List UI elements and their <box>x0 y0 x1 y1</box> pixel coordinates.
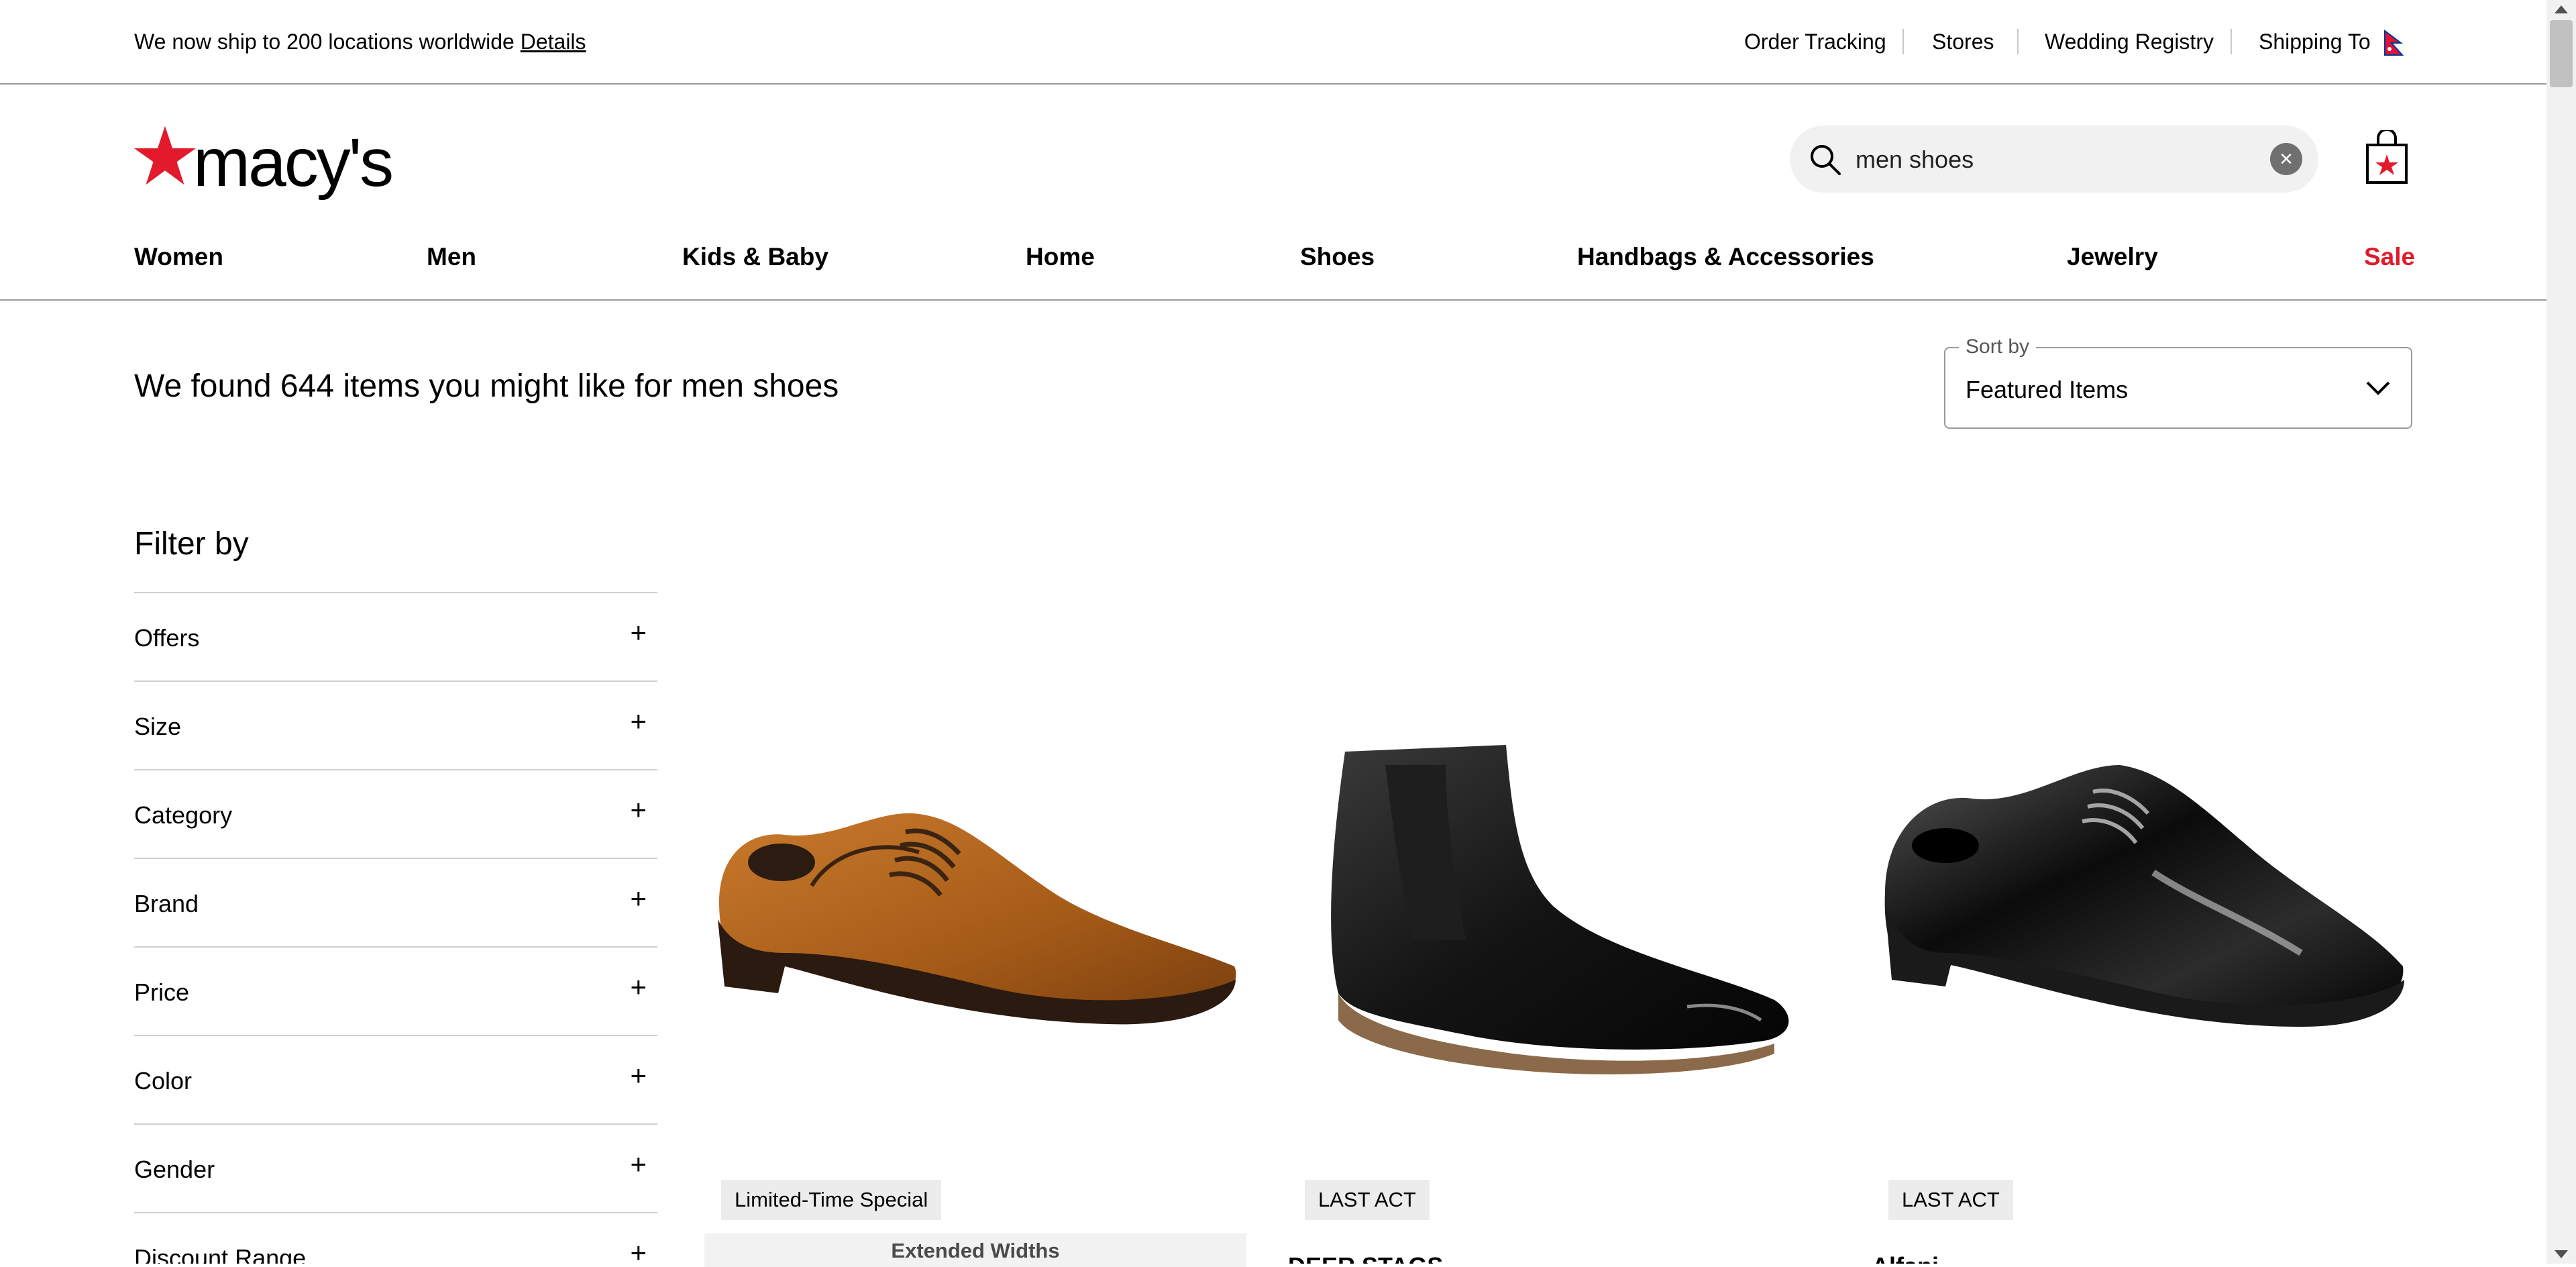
filter-label: Discount Range <box>134 1244 307 1264</box>
product-image-brown-oxford[interactable] <box>704 752 1246 1047</box>
scroll-up-arrow-icon[interactable] <box>2553 4 2569 15</box>
filter-size[interactable]: Size + <box>134 680 657 768</box>
nav-kids-baby[interactable]: Kids & Baby <box>682 243 828 271</box>
shipping-promo-text: We now ship to 200 locations worldwide <box>134 30 515 54</box>
product-badge: Limited-Time Special <box>721 1180 942 1220</box>
nav-men[interactable]: Men <box>427 243 476 271</box>
product-badge: LAST ACT <box>1305 1180 1430 1220</box>
star-logo-icon <box>134 125 196 185</box>
divider <box>2017 29 2019 54</box>
plus-icon[interactable]: + <box>630 973 647 1001</box>
filter-discount-range[interactable]: Discount Range + <box>134 1212 657 1264</box>
logo-wordmark: macy's <box>193 124 394 201</box>
nav-divider <box>0 299 2546 301</box>
plus-icon[interactable]: + <box>630 1150 647 1178</box>
plus-icon[interactable]: + <box>630 1239 647 1264</box>
plus-icon[interactable]: + <box>630 619 647 647</box>
filter-brand[interactable]: Brand + <box>134 858 657 945</box>
product-badge: LAST ACT <box>1888 1180 2013 1220</box>
divider <box>1902 29 1904 54</box>
topbar-divider <box>0 83 2546 85</box>
wedding-registry-link[interactable]: Wedding Registry <box>2045 30 2214 54</box>
search-icon[interactable] <box>1809 143 1842 176</box>
product-image-black-patent-oxford[interactable] <box>1872 752 2414 1067</box>
filter-category[interactable]: Category + <box>134 769 657 856</box>
filter-label: Brand <box>134 890 199 917</box>
plus-icon[interactable]: + <box>630 796 647 824</box>
stores-link[interactable]: Stores <box>1932 30 1994 54</box>
filter-label: Size <box>134 713 182 740</box>
nepal-flag-icon[interactable] <box>2383 30 2404 56</box>
macys-logo[interactable]: macy's <box>134 122 394 201</box>
scrollbar-thumb[interactable] <box>2550 20 2573 87</box>
filter-label: Offers <box>134 624 200 652</box>
extended-widths-banner[interactable]: Extended Widths <box>704 1233 1246 1267</box>
filter-label: Price <box>134 978 190 1006</box>
nav-sale[interactable]: Sale <box>2364 243 2415 271</box>
filter-color[interactable]: Color + <box>134 1035 657 1122</box>
nav-women[interactable]: Women <box>134 243 223 271</box>
divider <box>2231 29 2232 54</box>
shipping-promo: We now ship to 200 locations worldwide D… <box>134 30 586 54</box>
details-link[interactable]: Details <box>521 30 586 54</box>
filter-label: Color <box>134 1067 193 1095</box>
order-tracking-link[interactable]: Order Tracking <box>1744 30 1886 54</box>
filter-offers[interactable]: Offers + <box>134 592 657 679</box>
plus-icon[interactable]: + <box>630 707 647 736</box>
search-input[interactable]: men shoes <box>1856 146 1974 174</box>
nav-home[interactable]: Home <box>1026 243 1095 271</box>
product-image-black-chelsea-boot[interactable] <box>1311 738 1808 1087</box>
nav-shoes[interactable]: Shoes <box>1300 243 1375 271</box>
plus-icon[interactable]: + <box>630 1062 647 1090</box>
product-brand-title[interactable]: Alfani <box>1872 1252 1939 1264</box>
chevron-down-icon[interactable] <box>2365 380 2392 396</box>
filter-price[interactable]: Price + <box>134 946 657 1033</box>
shopping-bag-icon[interactable] <box>2365 130 2409 185</box>
scrollbar-track[interactable] <box>2546 0 2576 1264</box>
results-heading: We found 644 items you might like for me… <box>134 368 839 404</box>
shipping-to-link[interactable]: Shipping To <box>2259 30 2371 54</box>
filter-title: Filter by <box>134 526 249 562</box>
product-brand-title[interactable]: DEER STAGS <box>1288 1252 1443 1264</box>
plus-icon[interactable]: + <box>630 884 647 913</box>
filter-label: Gender <box>134 1156 215 1183</box>
nav-handbags-accessories[interactable]: Handbags & Accessories <box>1577 243 1874 271</box>
sort-value[interactable]: Featured Items <box>1966 376 2128 404</box>
scroll-down-arrow-icon[interactable] <box>2553 1249 2569 1260</box>
sort-label: Sort by <box>1959 336 2037 358</box>
nav-jewelry[interactable]: Jewelry <box>2067 243 2158 271</box>
filter-label: Category <box>134 801 233 829</box>
filter-gender[interactable]: Gender + <box>134 1123 657 1211</box>
close-icon[interactable]: × <box>2270 143 2302 175</box>
